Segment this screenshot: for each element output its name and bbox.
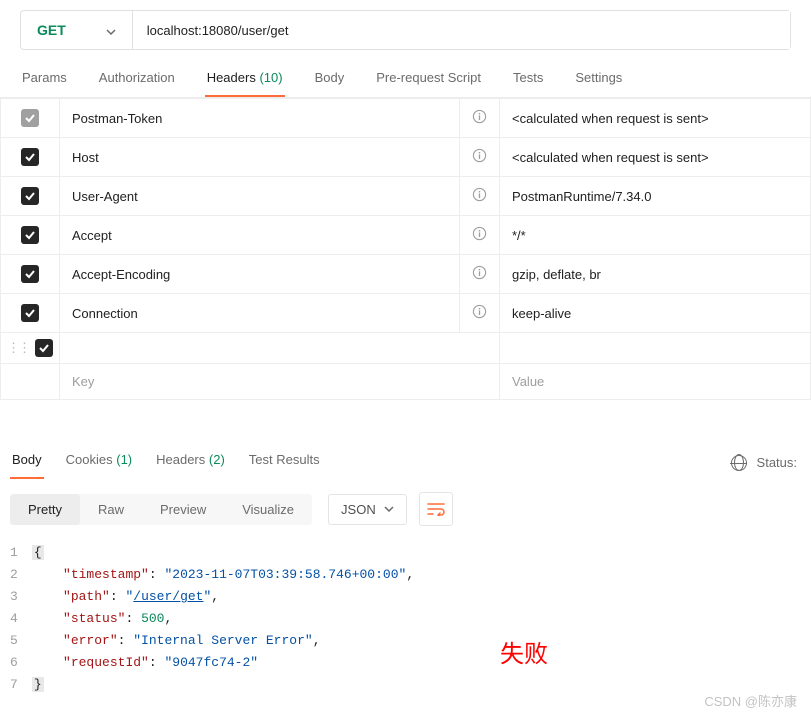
http-method-select[interactable]: GET bbox=[21, 11, 133, 49]
header-key[interactable]: User-Agent bbox=[60, 177, 460, 216]
wrap-icon bbox=[427, 502, 445, 516]
table-row[interactable]: Host <calculated when request is sent> bbox=[1, 138, 811, 177]
new-header-row[interactable]: ⋮⋮ bbox=[1, 333, 811, 364]
tab-settings[interactable]: Settings bbox=[573, 60, 624, 97]
response-tab-cookies[interactable]: Cookies (1) bbox=[64, 446, 134, 479]
status-label: Status: bbox=[757, 455, 797, 470]
header-key[interactable]: Postman-Token bbox=[60, 99, 460, 138]
globe-icon[interactable] bbox=[731, 455, 747, 471]
http-method-label: GET bbox=[37, 22, 66, 38]
view-preview[interactable]: Preview bbox=[142, 494, 224, 525]
header-value[interactable]: <calculated when request is sent> bbox=[500, 99, 811, 138]
line-gutter: 1234567 bbox=[10, 542, 32, 696]
headers-table: Postman-Token <calculated when request is… bbox=[0, 98, 811, 400]
tab-headers-count: (10) bbox=[259, 70, 282, 85]
header-key[interactable]: Accept-Encoding bbox=[60, 255, 460, 294]
header-key[interactable]: Accept bbox=[60, 216, 460, 255]
info-icon[interactable] bbox=[460, 177, 500, 216]
view-mode-group: Pretty Raw Preview Visualize bbox=[10, 494, 312, 525]
response-tabs: Body Cookies (1) Headers (2) Test Result… bbox=[0, 430, 811, 480]
view-raw[interactable]: Raw bbox=[80, 494, 142, 525]
json-content[interactable]: { "timestamp": "2023-11-07T03:39:58.746+… bbox=[32, 542, 414, 696]
value-placeholder[interactable]: Value bbox=[500, 364, 811, 400]
resp-headers-count: (2) bbox=[209, 452, 225, 467]
info-icon[interactable] bbox=[460, 216, 500, 255]
info-icon[interactable] bbox=[460, 255, 500, 294]
tab-authorization[interactable]: Authorization bbox=[97, 60, 177, 97]
header-value[interactable]: PostmanRuntime/7.34.0 bbox=[500, 177, 811, 216]
header-checkbox[interactable] bbox=[21, 148, 39, 166]
tab-tests[interactable]: Tests bbox=[511, 60, 545, 97]
header-key[interactable]: Connection bbox=[60, 294, 460, 333]
header-checkbox[interactable] bbox=[21, 304, 39, 322]
watermark: CSDN @陈亦康 bbox=[704, 691, 797, 710]
cookies-label: Cookies bbox=[66, 452, 113, 467]
header-checkbox[interactable] bbox=[21, 109, 39, 127]
tab-headers-label: Headers bbox=[207, 70, 256, 85]
info-icon[interactable] bbox=[460, 294, 500, 333]
table-row[interactable]: User-Agent PostmanRuntime/7.34.0 bbox=[1, 177, 811, 216]
response-view-row: Pretty Raw Preview Visualize JSON bbox=[0, 480, 811, 538]
table-row[interactable]: Accept-Encoding gzip, deflate, br bbox=[1, 255, 811, 294]
wrap-lines-button[interactable] bbox=[419, 492, 453, 526]
header-checkbox[interactable] bbox=[21, 187, 39, 205]
chevron-down-icon bbox=[384, 506, 394, 512]
drag-handle-icon[interactable]: ⋮⋮ bbox=[7, 340, 29, 356]
request-tabs: Params Authorization Headers (10) Body P… bbox=[0, 60, 811, 98]
request-url-bar: GET bbox=[20, 10, 791, 50]
response-tab-headers[interactable]: Headers (2) bbox=[154, 446, 227, 479]
placeholder-row[interactable]: Key Value bbox=[1, 364, 811, 400]
response-body-code[interactable]: 1234567 { "timestamp": "2023-11-07T03:39… bbox=[0, 538, 811, 716]
tab-prerequest[interactable]: Pre-request Script bbox=[374, 60, 483, 97]
header-checkbox[interactable] bbox=[21, 265, 39, 283]
format-select[interactable]: JSON bbox=[328, 494, 407, 525]
url-input[interactable] bbox=[133, 11, 790, 49]
chevron-down-icon bbox=[106, 23, 116, 38]
view-visualize[interactable]: Visualize bbox=[224, 494, 312, 525]
table-row[interactable]: Connection keep-alive bbox=[1, 294, 811, 333]
info-icon[interactable] bbox=[460, 138, 500, 177]
annotation-failure: 失败 bbox=[500, 634, 548, 669]
header-value[interactable]: */* bbox=[500, 216, 811, 255]
table-row[interactable]: Postman-Token <calculated when request is… bbox=[1, 99, 811, 138]
header-checkbox[interactable] bbox=[21, 226, 39, 244]
response-tab-body[interactable]: Body bbox=[10, 446, 44, 479]
tab-body[interactable]: Body bbox=[313, 60, 347, 97]
table-row[interactable]: Accept */* bbox=[1, 216, 811, 255]
response-status-area: Status: bbox=[731, 455, 801, 471]
header-value[interactable]: gzip, deflate, br bbox=[500, 255, 811, 294]
info-icon[interactable] bbox=[460, 99, 500, 138]
header-value[interactable]: keep-alive bbox=[500, 294, 811, 333]
header-checkbox[interactable] bbox=[35, 339, 53, 357]
view-pretty[interactable]: Pretty bbox=[10, 494, 80, 525]
resp-headers-label: Headers bbox=[156, 452, 205, 467]
tab-headers[interactable]: Headers (10) bbox=[205, 60, 285, 97]
cookies-count: (1) bbox=[116, 452, 132, 467]
key-placeholder[interactable]: Key bbox=[60, 364, 500, 400]
tab-params[interactable]: Params bbox=[20, 60, 69, 97]
response-tab-testresults[interactable]: Test Results bbox=[247, 446, 322, 479]
header-value[interactable]: <calculated when request is sent> bbox=[500, 138, 811, 177]
header-key[interactable]: Host bbox=[60, 138, 460, 177]
format-label: JSON bbox=[341, 502, 376, 517]
